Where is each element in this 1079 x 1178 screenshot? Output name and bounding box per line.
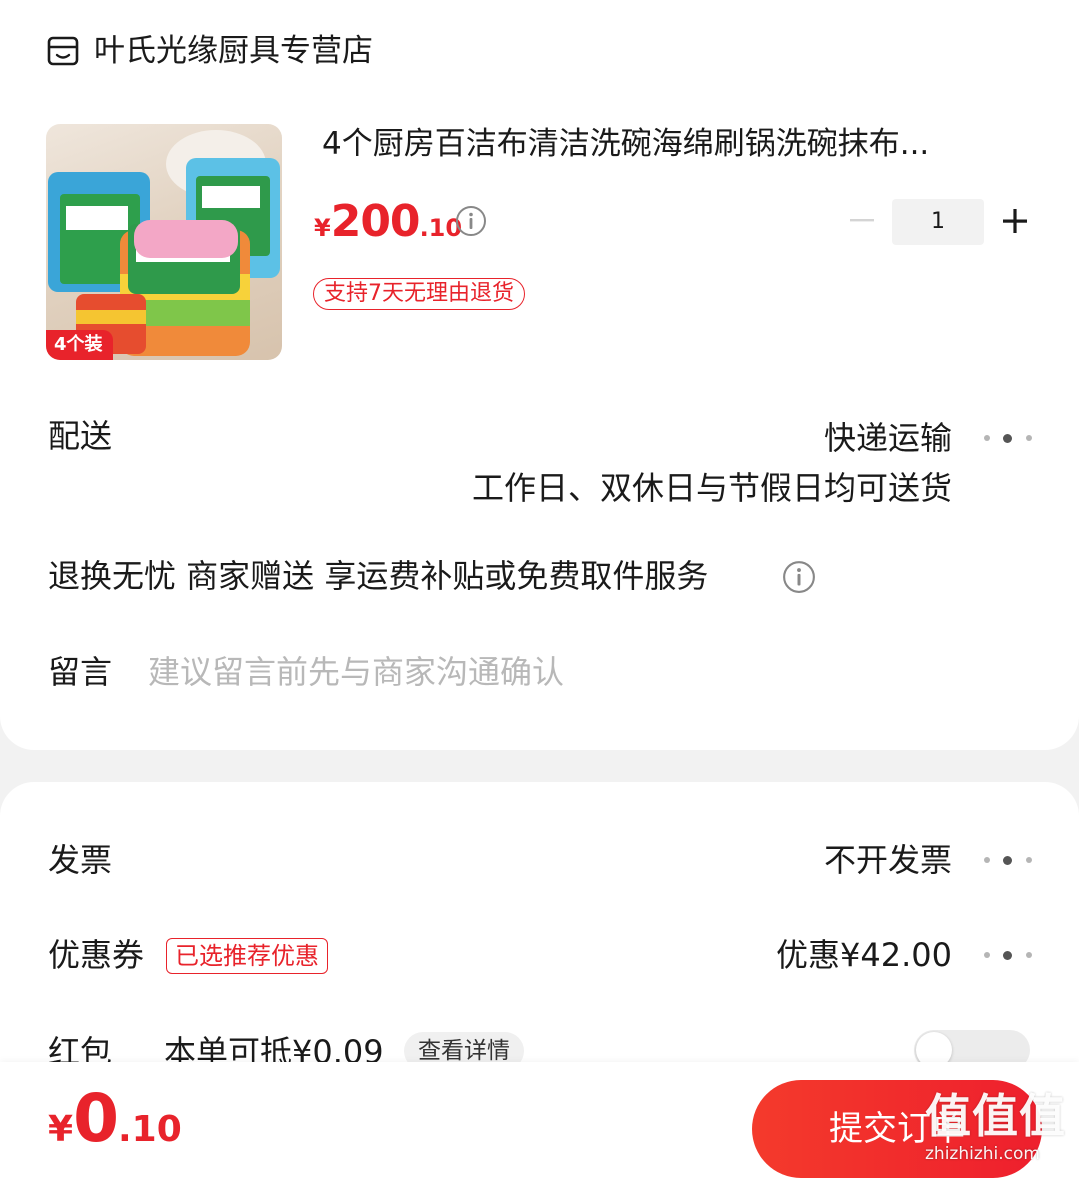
service-guarantee-text: 退换无忧 商家赠送 享运费补贴或免费取件服务	[48, 557, 709, 595]
quantity-decrease-button[interactable]	[846, 204, 878, 236]
message-label: 留言	[48, 653, 113, 691]
checkout-bar: ¥0.10 提交订单	[0, 1062, 1079, 1178]
coupon-recommended-tag: 已选推荐优惠	[166, 938, 328, 974]
total-price: ¥0.10	[48, 1080, 182, 1157]
quantity-increase-button[interactable]	[998, 204, 1032, 238]
store-name[interactable]: 叶氏光缘厨具专营店	[94, 30, 373, 72]
invoice-value[interactable]: 不开发票	[824, 838, 952, 882]
return-policy-tag: 支持7天无理由退货	[313, 278, 525, 310]
message-input[interactable]: 建议留言前先与商家沟通确认	[148, 650, 564, 694]
store-icon	[47, 36, 79, 66]
invoice-label: 发票	[48, 841, 113, 879]
order-card: 叶氏光缘厨具专营店 4个装 4个厨房百洁布清洁洗碗海绵刷锅洗碗抹布... ¥20…	[0, 0, 1079, 750]
service-info-icon[interactable]	[782, 560, 816, 594]
sponge-illustration	[48, 130, 280, 356]
delivery-label: 配送	[48, 417, 113, 455]
pack-count-badge: 4个装	[46, 330, 113, 360]
coupon-label: 优惠券	[48, 936, 145, 974]
delivery-note: 工作日、双休日与节假日均可送货	[471, 469, 952, 507]
invoice-more-icon[interactable]	[984, 852, 1032, 868]
delivery-more-icon[interactable]	[984, 430, 1032, 446]
product-title[interactable]: 4个厨房百洁布清洁洗碗海绵刷锅洗碗抹布...	[322, 122, 929, 166]
quantity-value[interactable]: 1	[892, 199, 984, 245]
coupon-value[interactable]: 优惠¥42.00	[776, 933, 952, 977]
product-image[interactable]: 4个装	[46, 124, 282, 360]
watermark: 值值值 zhizhizhi.com	[925, 1089, 1066, 1164]
product-price: ¥200.10	[314, 196, 463, 247]
price-info-icon[interactable]	[455, 205, 487, 237]
coupon-more-icon[interactable]	[984, 947, 1032, 963]
delivery-method[interactable]: 快递运输	[824, 416, 952, 460]
